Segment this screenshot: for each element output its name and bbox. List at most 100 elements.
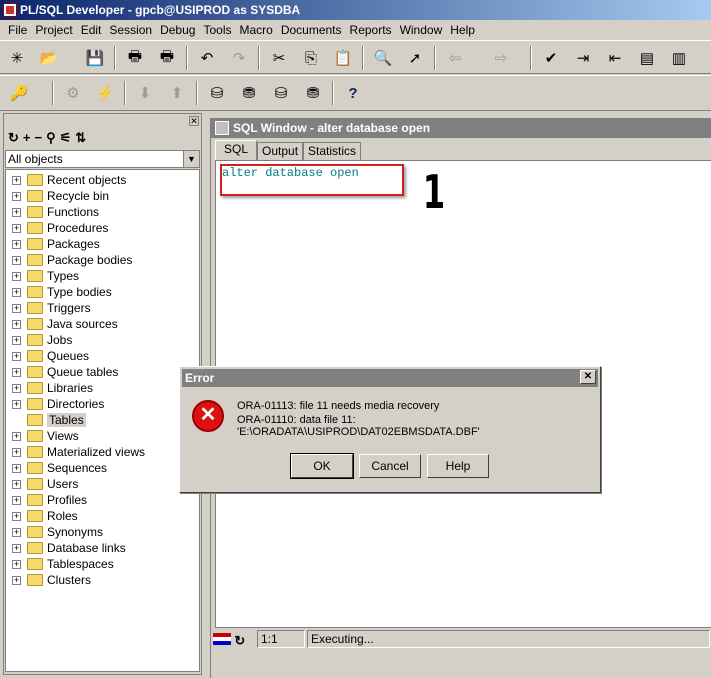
expand-icon[interactable]: + — [12, 447, 21, 457]
filter-icon[interactable]: ⚟ — [60, 130, 72, 148]
save-icon[interactable]: 💾 — [84, 47, 106, 69]
tree-item[interactable]: + Tablespaces — [12, 556, 114, 572]
print-icon[interactable]: 🖶 — [124, 47, 146, 69]
open-icon[interactable]: 📂 — [38, 47, 60, 69]
menu-debug[interactable]: Debug — [156, 23, 199, 37]
tree-item[interactable]: + Java sources — [12, 316, 118, 332]
paste-icon[interactable]: 📋 — [332, 47, 354, 69]
tree-item[interactable]: + Jobs — [12, 332, 72, 348]
command-window-icon[interactable]: ⛁ — [270, 82, 292, 104]
help-icon[interactable]: ? — [342, 82, 364, 104]
expand-icon[interactable]: + — [12, 527, 21, 537]
expand-icon[interactable]: + — [12, 287, 21, 297]
menu-help[interactable]: Help — [446, 23, 479, 37]
tab-sql[interactable]: SQL — [215, 140, 258, 160]
expand-icon[interactable]: + — [12, 239, 21, 249]
tree-item[interactable]: + Roles — [12, 508, 78, 524]
ok-button[interactable]: OK — [290, 453, 354, 479]
expand-icon[interactable]: + — [12, 255, 21, 265]
key-icon[interactable]: 🔑 — [8, 82, 30, 104]
tree-item[interactable]: + Users — [12, 476, 78, 492]
expand-icon[interactable]: + — [12, 351, 21, 361]
expand-icon[interactable]: + — [12, 399, 21, 409]
tree-item[interactable]: + Views — [12, 428, 79, 444]
tree-item[interactable]: Tables — [12, 412, 86, 428]
expand-icon[interactable]: + — [12, 495, 21, 505]
comment-icon[interactable]: ▤ — [636, 47, 658, 69]
expand-icon[interactable]: + — [12, 383, 21, 393]
chevron-down-icon[interactable]: ▼ — [183, 151, 199, 167]
execute-icon[interactable]: ⚡ — [94, 82, 116, 104]
uncomment-icon[interactable]: ▥ — [668, 47, 690, 69]
unindent-icon[interactable]: ⇤ — [604, 47, 626, 69]
remove-icon[interactable]: − — [35, 130, 43, 148]
menu-window[interactable]: Window — [396, 23, 447, 37]
tree-item[interactable]: + Materialized views — [12, 444, 145, 460]
tree-item[interactable]: + Functions — [12, 204, 99, 220]
expand-icon[interactable]: + — [12, 431, 21, 441]
menu-file[interactable]: File — [4, 23, 31, 37]
expand-icon[interactable]: + — [12, 367, 21, 377]
sort-icon[interactable]: ⇅ — [75, 130, 86, 148]
tree-item[interactable]: + Triggers — [12, 300, 91, 316]
tree-item[interactable]: + Queue tables — [12, 364, 118, 380]
tree-item[interactable]: + Database links — [12, 540, 126, 556]
expand-icon[interactable]: + — [12, 463, 21, 473]
tree-item[interactable]: + Libraries — [12, 380, 93, 396]
expand-icon[interactable]: + — [12, 559, 21, 569]
tree-item[interactable]: + Recycle bin — [12, 188, 109, 204]
tree-item[interactable]: + Recent objects — [12, 172, 126, 188]
tree-item[interactable]: + Clusters — [12, 572, 91, 588]
explain-plan-icon[interactable]: ⛃ — [302, 82, 324, 104]
cancel-button[interactable]: Cancel — [359, 454, 421, 478]
tree-item[interactable]: + Types — [12, 268, 79, 284]
refresh-icon[interactable]: ↻ — [8, 130, 19, 148]
menu-edit[interactable]: Edit — [77, 23, 106, 37]
expand-icon[interactable]: + — [12, 303, 21, 313]
tree-item[interactable]: + Synonyms — [12, 524, 103, 540]
tree-item[interactable]: + Queues — [12, 348, 89, 364]
menu-session[interactable]: Session — [105, 23, 156, 37]
expand-icon[interactable]: + — [12, 191, 21, 201]
tree-item[interactable]: + Directories — [12, 396, 104, 412]
expand-icon[interactable]: + — [12, 543, 21, 553]
tree-item[interactable]: + Package bodies — [12, 252, 132, 268]
indent-icon[interactable]: ⇥ — [572, 47, 594, 69]
tab-statistics[interactable]: Statistics — [303, 142, 362, 160]
compile-icon[interactable]: ✔ — [540, 47, 562, 69]
close-icon[interactable]: ✕ — [580, 370, 596, 384]
undo-icon[interactable]: ↶ — [196, 47, 218, 69]
tree-item[interactable]: + Sequences — [12, 460, 107, 476]
tree-item[interactable]: + Procedures — [12, 220, 108, 236]
cut-icon[interactable]: ✂ — [268, 47, 290, 69]
tab-output[interactable]: Output — [257, 142, 304, 160]
binoculars-icon[interactable]: ⚲ — [46, 130, 56, 148]
copy-icon[interactable]: ⎘ — [300, 47, 322, 69]
menu-documents[interactable]: Documents — [277, 23, 346, 37]
expand-icon[interactable]: + — [12, 511, 21, 521]
find-next-icon[interactable]: ➚ — [404, 47, 426, 69]
tree-item[interactable]: + Profiles — [12, 492, 87, 508]
menu-macro[interactable]: Macro — [235, 23, 276, 37]
new-icon[interactable]: ✳ — [6, 47, 28, 69]
expand-icon[interactable]: + — [12, 207, 21, 217]
expand-icon[interactable]: + — [12, 175, 21, 185]
expand-icon[interactable]: + — [12, 335, 21, 345]
find-icon[interactable]: 🔍 — [372, 47, 394, 69]
expand-icon[interactable]: + — [12, 271, 21, 281]
tree-item[interactable]: + Type bodies — [12, 284, 112, 300]
expand-icon[interactable]: + — [12, 575, 21, 585]
close-icon[interactable]: ✕ — [189, 116, 199, 126]
expand-icon[interactable]: + — [12, 319, 21, 329]
expand-icon[interactable]: + — [12, 223, 21, 233]
menu-tools[interactable]: Tools — [199, 23, 235, 37]
help-button[interactable]: Help — [427, 454, 489, 478]
add-icon[interactable]: + — [23, 130, 31, 148]
expand-icon[interactable]: + — [12, 479, 21, 489]
tree-item[interactable]: + Packages — [12, 236, 100, 252]
sql-window-icon[interactable]: ⛃ — [238, 82, 260, 104]
menu-reports[interactable]: Reports — [346, 23, 396, 37]
database-icon[interactable]: ⛁ — [206, 82, 228, 104]
print-preview-icon[interactable]: 🖶 — [156, 47, 178, 69]
menu-project[interactable]: Project — [31, 23, 76, 37]
